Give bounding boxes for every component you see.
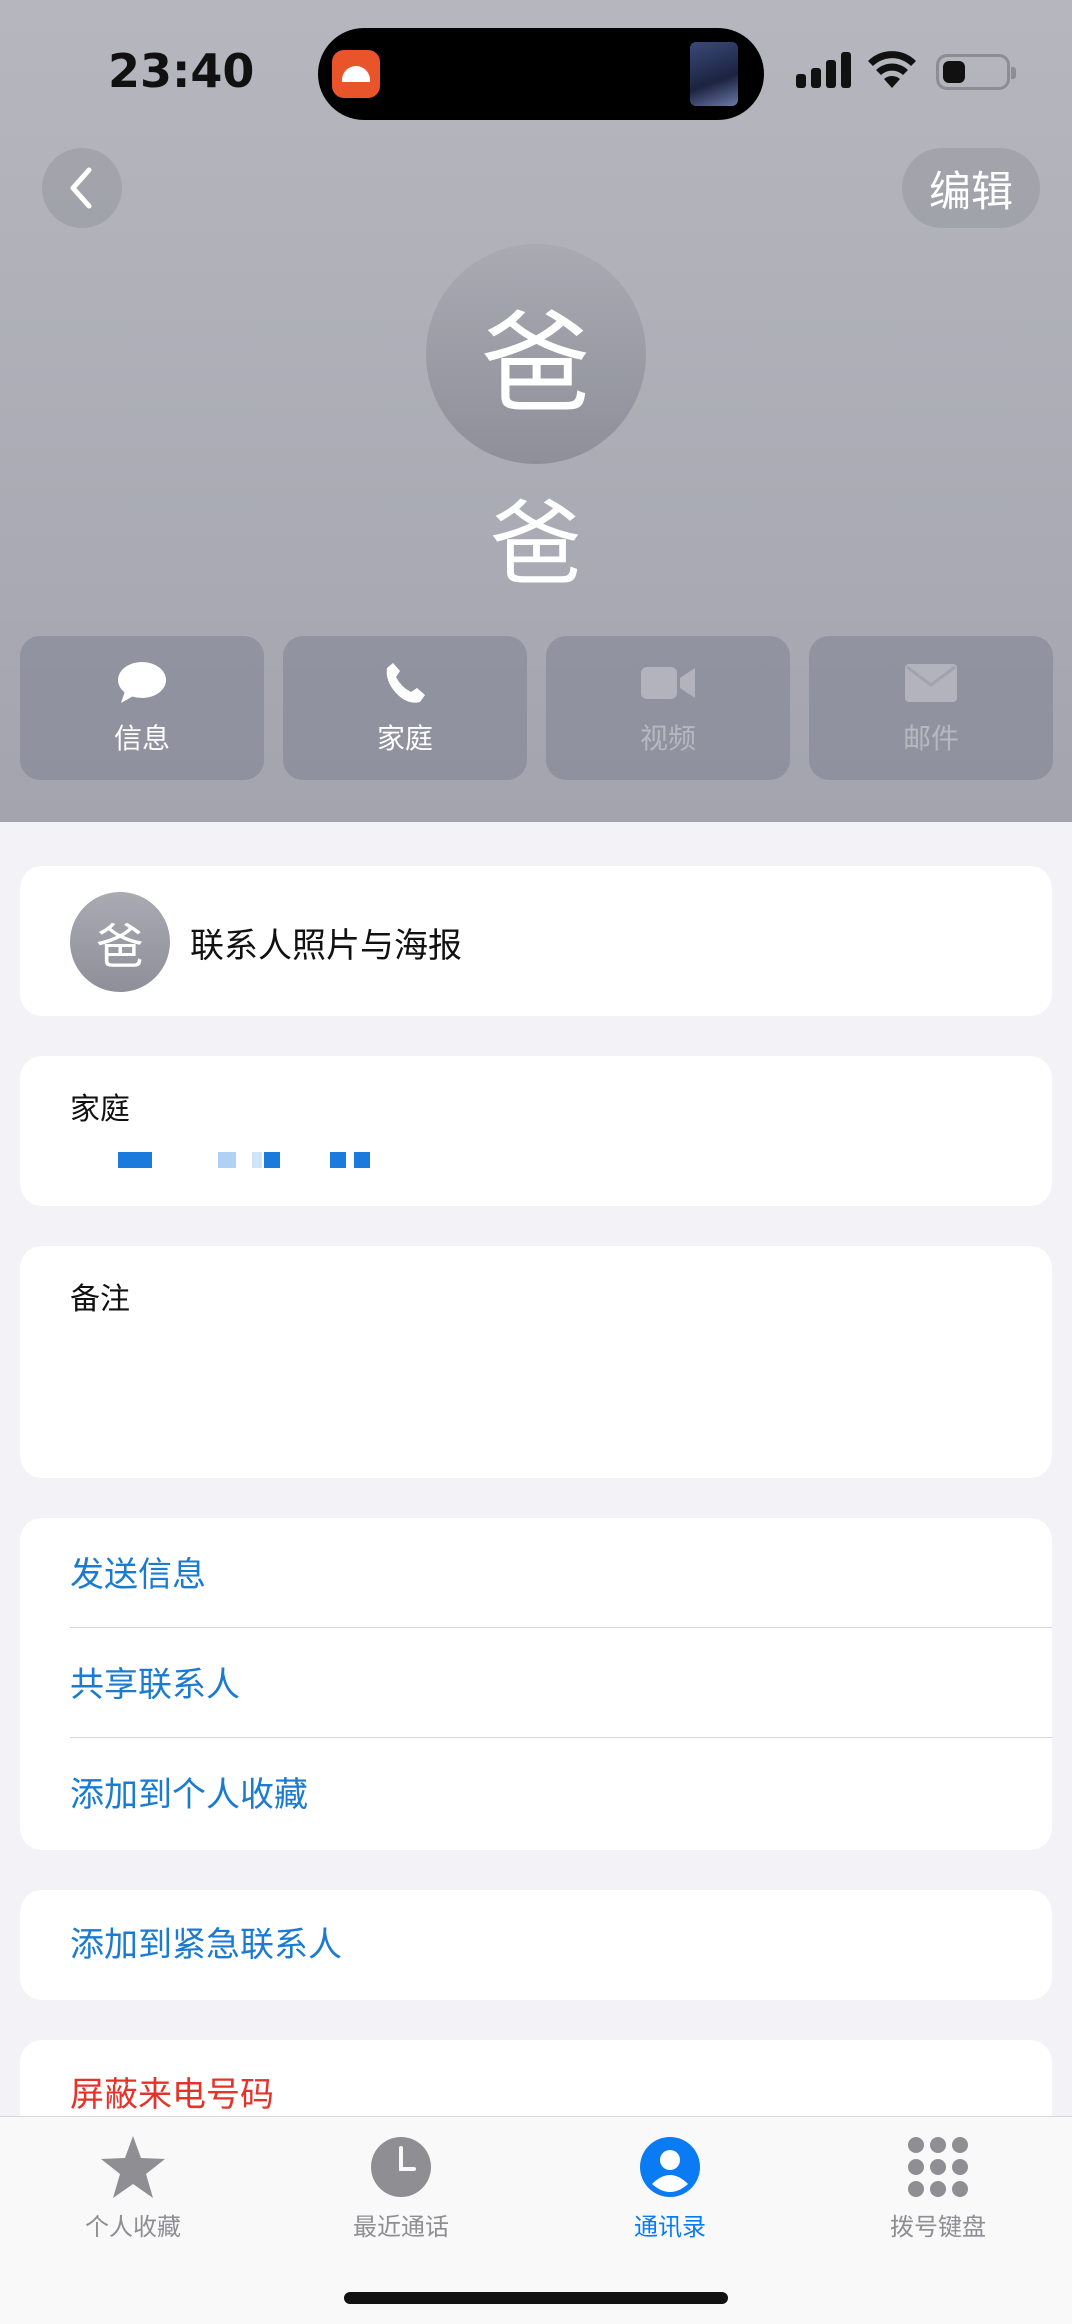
message-action-button[interactable]: 信息: [20, 636, 264, 780]
phone-label: 家庭: [70, 1092, 130, 1127]
contact-name: 爸: [489, 491, 582, 598]
tab-recents-label: 最近通话: [353, 2213, 449, 2241]
tab-favorites-label: 个人收藏: [85, 2213, 181, 2241]
mail-action-button[interactable]: 邮件: [809, 636, 1053, 780]
edit-button[interactable]: 编辑: [902, 148, 1040, 228]
notes-label: 备注: [70, 1282, 130, 1317]
divider: [70, 1737, 1052, 1738]
add-emergency-contact-option[interactable]: 添加到紧急联系人: [70, 1890, 1052, 2000]
keypad-icon: [908, 2137, 968, 2197]
call-action-button[interactable]: 家庭: [283, 636, 527, 780]
phone-icon: [386, 663, 425, 703]
back-button[interactable]: [42, 148, 122, 228]
person-circle-icon: [640, 2137, 700, 2197]
contact-poster-card[interactable]: 爸 联系人照片与海报: [20, 866, 1052, 1016]
tab-favorites[interactable]: 个人收藏: [33, 2131, 233, 2251]
app-activity-icon: [332, 50, 380, 98]
phone-number-card[interactable]: 家庭: [20, 1056, 1052, 1206]
quick-actions: 信息 家庭 视频 邮件: [20, 636, 1053, 780]
message-action-label: 信息: [113, 722, 170, 755]
tab-keypad-label: 拨号键盘: [890, 2213, 986, 2241]
emergency-contact-card: 添加到紧急联系人: [20, 1890, 1052, 2000]
video-camera-icon: [641, 667, 695, 699]
media-thumbnail: [690, 42, 738, 106]
cellular-signal-icon: [796, 52, 852, 88]
share-contact-option[interactable]: 共享联系人: [70, 1630, 1052, 1740]
dynamic-island[interactable]: [318, 28, 764, 120]
tab-recents[interactable]: 最近通话: [301, 2131, 501, 2251]
contact-header: 23:40 编辑 爸 爸 信息 家庭 视频 邮件: [0, 0, 1072, 822]
star-icon: [101, 2136, 165, 2198]
mail-action-label: 邮件: [902, 722, 959, 755]
call-action-label: 家庭: [376, 722, 433, 755]
send-message-option[interactable]: 发送信息: [70, 1520, 1052, 1630]
status-time: 23:40: [108, 44, 255, 98]
tab-keypad[interactable]: 拨号键盘: [838, 2131, 1038, 2251]
options-group: 发送信息 共享联系人 添加到个人收藏: [20, 1518, 1052, 1850]
add-to-favorites-option[interactable]: 添加到个人收藏: [70, 1740, 1052, 1850]
video-action-button[interactable]: 视频: [546, 636, 790, 780]
message-bubble-icon: [118, 662, 166, 703]
wifi-icon: [868, 51, 916, 88]
tab-contacts-label: 通讯录: [634, 2213, 706, 2241]
contact-avatar[interactable]: 爸: [426, 244, 646, 464]
chevron-left-icon: [70, 167, 92, 209]
home-indicator[interactable]: [344, 2292, 728, 2304]
mail-icon: [905, 664, 957, 702]
divider: [70, 1627, 1052, 1628]
poster-card-label: 联系人照片与海报: [190, 926, 462, 966]
poster-avatar: 爸: [70, 892, 170, 992]
battery-level-fill: [943, 61, 965, 83]
status-bar: 23:40: [0, 0, 1072, 140]
battery-icon: [936, 54, 1016, 90]
clock-icon: [371, 2137, 431, 2197]
tab-contacts[interactable]: 通讯录: [570, 2131, 770, 2251]
video-action-label: 视频: [639, 722, 696, 755]
notes-card[interactable]: 备注: [20, 1246, 1052, 1478]
